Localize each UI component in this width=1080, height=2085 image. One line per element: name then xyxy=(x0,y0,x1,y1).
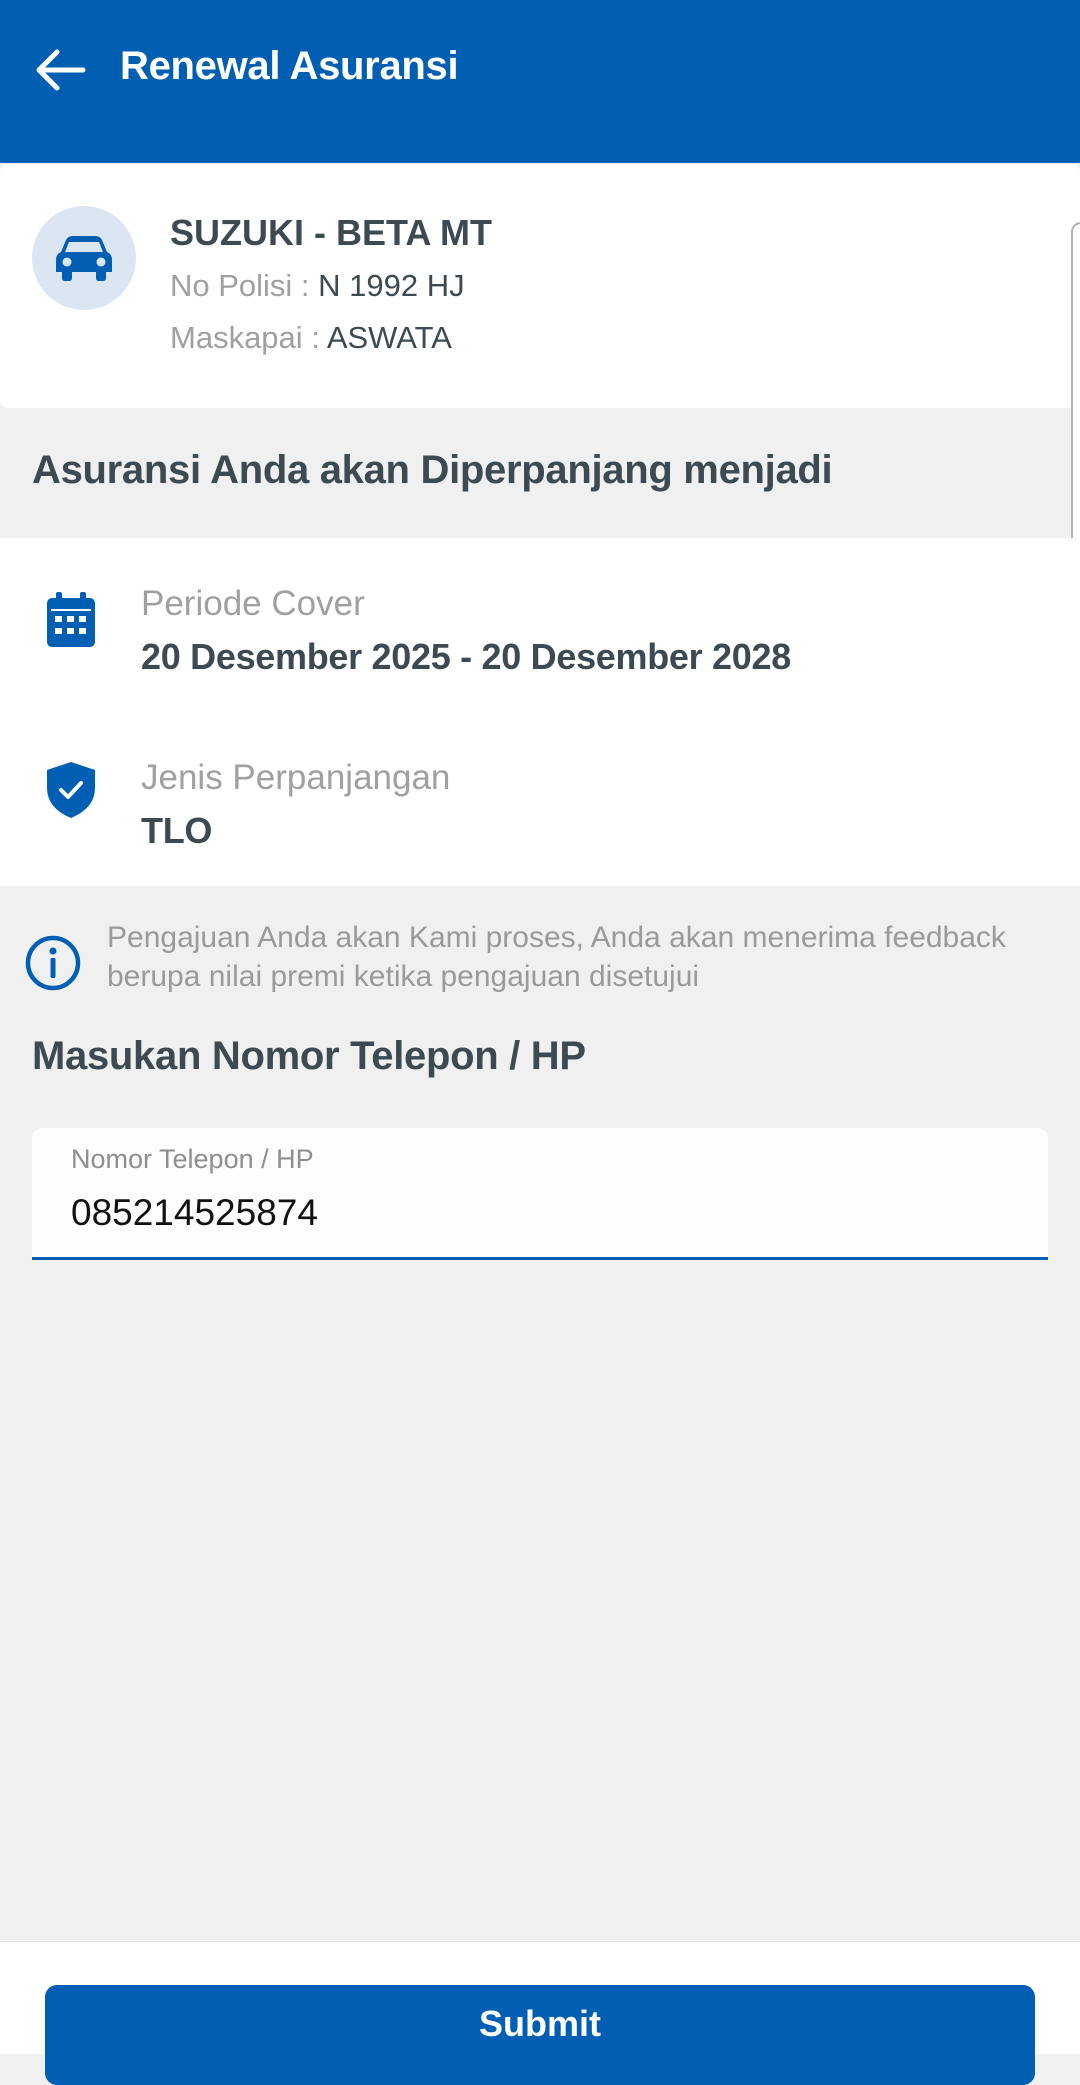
calendar-icon xyxy=(44,592,98,648)
phone-heading: Masukan Nomor Telepon / HP xyxy=(32,1034,586,1078)
renewal-details-card: Periode Cover 20 Desember 2025 - 20 Dese… xyxy=(0,538,1080,886)
vehicle-avatar xyxy=(32,206,136,310)
renewal-type-value: TLO xyxy=(141,810,213,851)
police-number-value: N 1992 HJ xyxy=(318,268,465,303)
period-value: 20 Desember 2025 - 20 Desember 2028 xyxy=(141,636,791,677)
app-bar: Renewal Asuransi xyxy=(0,0,1080,163)
car-icon xyxy=(56,236,112,281)
info-icon xyxy=(24,934,82,992)
police-number-label: No Polisi : xyxy=(170,268,319,303)
bottom-action-bar: Submit xyxy=(0,1941,1080,2085)
insurer-value: ASWATA xyxy=(326,320,452,355)
submit-button[interactable]: Submit xyxy=(45,1985,1035,2085)
phone-field[interactable]: Nomor Telepon / HP xyxy=(32,1128,1048,1260)
shield-check-icon xyxy=(44,762,98,818)
period-label: Periode Cover xyxy=(141,584,365,623)
info-notice: Pengajuan Anda akan Kami proses, Anda ak… xyxy=(0,912,1080,1012)
arrow-left-icon xyxy=(36,49,86,91)
page-title: Renewal Asuransi xyxy=(120,44,459,88)
phone-input[interactable] xyxy=(71,1188,1001,1238)
insurer-label: Maskapai : xyxy=(170,320,327,355)
vehicle-card: SUZUKI - BETA MT No Polisi : N 1992 HJ M… xyxy=(0,164,1080,408)
police-number-row: No Polisi : N 1992 HJ xyxy=(170,268,465,304)
phone-field-label: Nomor Telepon / HP xyxy=(71,1144,314,1174)
renewal-heading: Asuransi Anda akan Diperpanjang menjadi xyxy=(32,448,833,492)
insurer-row: Maskapai : ASWATA xyxy=(170,320,452,356)
renewal-type-label: Jenis Perpanjangan xyxy=(141,758,451,797)
scroll-indicator[interactable] xyxy=(1071,222,1080,562)
notice-text: Pengajuan Anda akan Kami proses, Anda ak… xyxy=(107,921,1006,993)
back-button[interactable] xyxy=(30,40,90,100)
vehicle-name: SUZUKI - BETA MT xyxy=(170,212,492,253)
